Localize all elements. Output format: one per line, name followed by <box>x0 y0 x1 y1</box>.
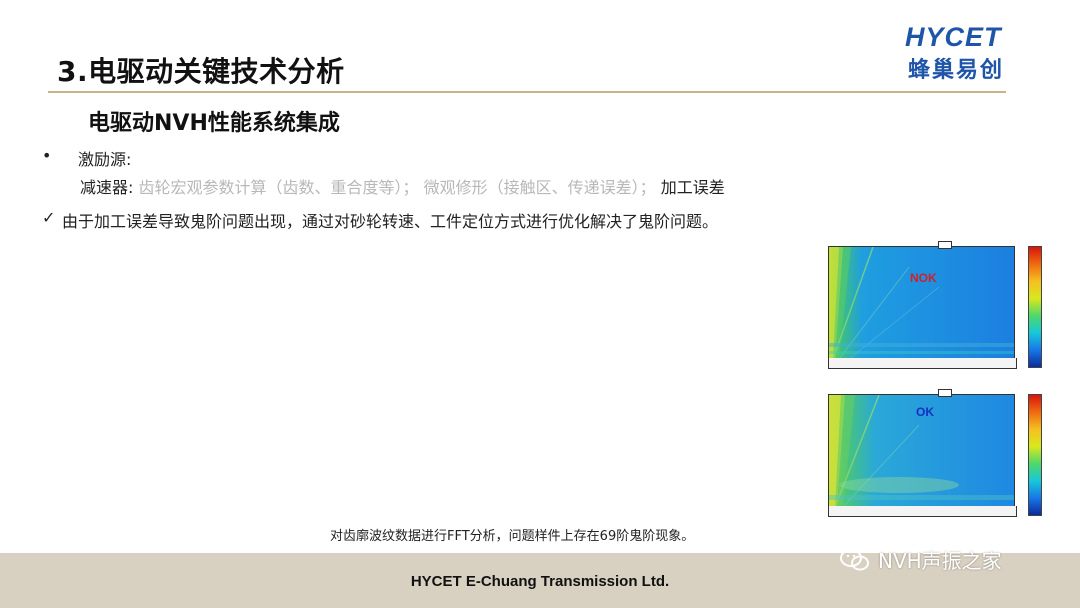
page-title: 3.电驱动关键技术分析 <box>57 55 345 88</box>
nok-label: NOK <box>910 271 937 285</box>
spectrogram-heatmap <box>828 246 1015 360</box>
wechat-icon <box>840 548 869 570</box>
colorbar <box>1028 246 1042 368</box>
plot-marker <box>938 241 952 249</box>
logo-text-en: HYCET <box>905 22 1002 52</box>
footer-company: HYCET E-Chuang Transmission Ltd. <box>410 573 670 590</box>
bullet-icon: • <box>42 146 52 165</box>
title-divider <box>48 91 1006 93</box>
spectrogram-ok: OK <box>806 389 1044 529</box>
watermark: NVH声振之家 <box>840 545 1002 574</box>
reducer-gray-items: 齿轮宏观参数计算（齿数、重合度等）； 微观修形（接触区、传递误差）； <box>138 178 656 197</box>
figure-caption: 对齿廓波纹数据进行FFT分析，问题样件上存在69阶鬼阶现象。 <box>330 529 695 544</box>
check-icon: ✓ <box>42 208 56 227</box>
watermark-text: NVH声振之家 <box>878 549 1002 573</box>
heatmap-graphic <box>829 247 1014 359</box>
y-axis-label <box>807 409 819 499</box>
reducer-highlight: 加工误差 <box>660 178 725 197</box>
y-axis-label <box>807 261 819 351</box>
ok-label: OK <box>916 405 934 419</box>
plot-legend-strip <box>828 506 1017 517</box>
company-logo: HYCET 蜂巢易创 <box>905 22 1040 83</box>
slide: 3.电驱动关键技术分析 HYCET 蜂巢易创 电驱动NVH性能系统集成 • 激励… <box>0 0 1080 608</box>
plot-legend-strip <box>828 358 1017 369</box>
reducer-label: 减速器: <box>80 178 134 197</box>
section-subtitle: 电驱动NVH性能系统集成 <box>88 111 340 136</box>
excitation-label: 激励源: <box>78 150 132 169</box>
plot-marker <box>938 389 952 397</box>
conclusion-text: 由于加工误差导致鬼阶问题出现，通过对砂轮转速、工件定位方式进行优化解决了鬼阶问题… <box>62 212 719 231</box>
spectrogram-nok: NOK <box>806 241 1044 381</box>
logo-text-cn: 蜂巢易创 <box>908 58 1005 83</box>
reducer-line: 减速器: 齿轮宏观参数计算（齿数、重合度等）； 微观修形（接触区、传递误差）； … <box>80 174 725 198</box>
colorbar <box>1028 394 1042 516</box>
